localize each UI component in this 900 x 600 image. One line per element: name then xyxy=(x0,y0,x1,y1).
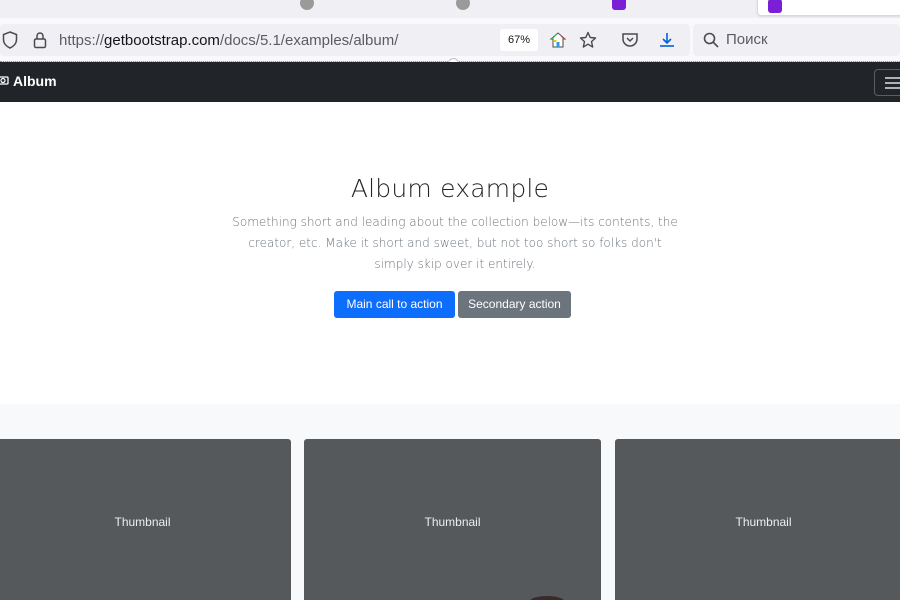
zoom-level-button[interactable]: 67% xyxy=(500,29,538,51)
menu-icon-bar xyxy=(885,87,900,89)
star-icon[interactable] xyxy=(578,30,598,50)
search-icon xyxy=(701,30,721,50)
brand-label: Album xyxy=(13,73,57,89)
menu-icon-bar xyxy=(885,82,900,84)
tab-favicon-icon xyxy=(768,0,782,13)
album-grid: Thumbnail Thumbnail Thumbnail xyxy=(0,404,900,600)
url-path: /docs/5.1/examples/album/ xyxy=(219,32,399,49)
tab-favicon-icon xyxy=(612,0,626,10)
tab-favicon-icon xyxy=(300,0,314,10)
navbar: Album xyxy=(0,62,900,102)
url-text[interactable]: https://getbootstrap.com/docs/5.1/exampl… xyxy=(59,32,398,49)
secondary-action-button[interactable]: Secondary action xyxy=(458,291,571,318)
thumbnail-label: Thumbnail xyxy=(424,514,481,529)
browser-tab[interactable] xyxy=(456,0,476,12)
url-domain: getbootstrap.com xyxy=(104,32,220,49)
mouse-cursor-icon xyxy=(530,596,564,600)
tab-strip xyxy=(0,0,900,18)
thumbnail-card[interactable]: Thumbnail xyxy=(615,439,900,600)
page-title: Album example xyxy=(350,174,550,203)
thumbnail-card[interactable]: Thumbnail xyxy=(304,439,601,600)
navbar-toggler-button[interactable] xyxy=(874,69,900,96)
tab-favicon-icon xyxy=(456,0,470,10)
shield-icon[interactable] xyxy=(0,30,20,50)
search-field[interactable] xyxy=(693,24,900,56)
browser-tab[interactable] xyxy=(300,0,320,12)
browser-toolbar: https://getbootstrap.com/docs/5.1/exampl… xyxy=(0,18,900,62)
browser-tab-active[interactable] xyxy=(757,0,900,16)
menu-icon xyxy=(885,77,900,79)
hero-lead-text: Something short and leading about the co… xyxy=(232,215,678,271)
camera-icon xyxy=(0,73,9,89)
lock-icon[interactable] xyxy=(30,30,50,50)
download-icon[interactable] xyxy=(657,30,677,50)
pocket-icon[interactable] xyxy=(620,30,640,50)
main-call-to-action-button[interactable]: Main call to action xyxy=(334,291,455,318)
thumbnail-label: Thumbnail xyxy=(114,514,171,529)
url-scheme: https:// xyxy=(59,32,105,49)
navbar-brand[interactable]: Album xyxy=(0,73,57,89)
browser-tab[interactable] xyxy=(612,0,632,12)
thumbnail-label: Thumbnail xyxy=(735,514,792,529)
hero-section: Album example Something short and leadin… xyxy=(0,102,900,404)
home-icon[interactable] xyxy=(548,30,568,50)
search-placeholder: Поиск xyxy=(726,31,768,48)
thumbnail-card[interactable]: Thumbnail xyxy=(0,439,291,600)
